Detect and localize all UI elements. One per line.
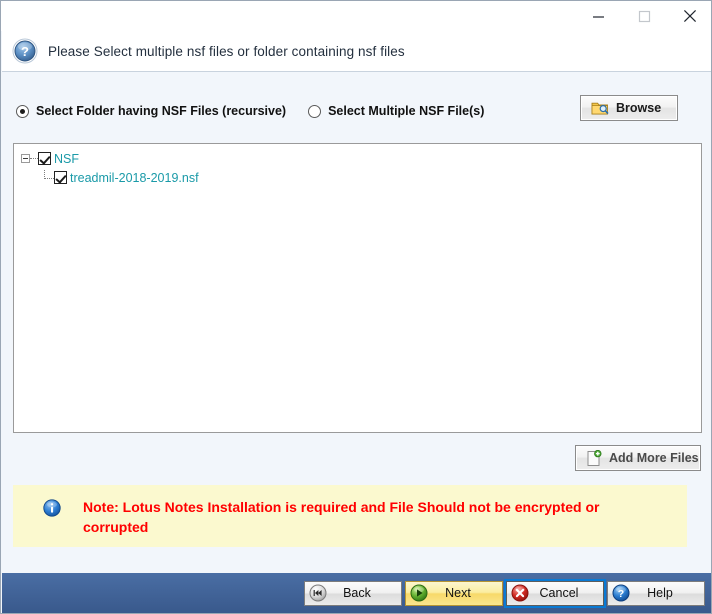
- add-more-files-button[interactable]: Add More Files: [575, 445, 701, 471]
- close-icon: [683, 9, 697, 23]
- help-button[interactable]: ? Help: [607, 580, 705, 606]
- window-title: [1, 1, 575, 31]
- play-icon: [410, 584, 428, 602]
- tree-child-checkbox[interactable]: [54, 171, 67, 184]
- maximize-button[interactable]: [621, 1, 667, 31]
- tree-node-root[interactable]: NSF: [21, 150, 701, 167]
- cancel-button[interactable]: Cancel: [504, 578, 606, 608]
- nsf-file-tree[interactable]: NSF treadmil-2018-2019.nsf: [13, 143, 702, 433]
- minimize-icon: [592, 15, 604, 18]
- close-circle-icon: [511, 584, 529, 602]
- radio-folder-indicator: [16, 104, 29, 118]
- cancel-button-label: Cancel: [539, 586, 579, 600]
- tree-node-child[interactable]: treadmil-2018-2019.nsf: [44, 169, 701, 186]
- info-icon: [43, 499, 61, 517]
- radio-select-files[interactable]: Select Multiple NSF File(s): [308, 104, 484, 118]
- file-add-icon: [587, 449, 602, 466]
- next-button[interactable]: Next: [405, 580, 503, 606]
- close-button[interactable]: [667, 1, 711, 31]
- tree-connector: [30, 158, 38, 159]
- header-bar: ? Please Select multiple nsf files or fo…: [2, 31, 711, 72]
- svg-text:?: ?: [618, 588, 624, 600]
- radio-files-label: Select Multiple NSF File(s): [328, 104, 485, 118]
- collapse-toggle-icon[interactable]: [21, 154, 30, 163]
- radio-files-indicator: [308, 104, 322, 118]
- tree-child-label: treadmil-2018-2019.nsf: [70, 170, 199, 185]
- note-text: Note: Lotus Notes Installation is requir…: [83, 499, 600, 536]
- next-button-label: Next: [445, 586, 471, 600]
- svg-text:?: ?: [21, 44, 29, 59]
- tree-root-checkbox[interactable]: [38, 152, 51, 165]
- browse-button-label: Browse: [616, 101, 662, 115]
- maximize-icon: [638, 10, 650, 22]
- folder-search-icon: [591, 102, 609, 115]
- browse-button[interactable]: Browse: [580, 95, 678, 121]
- back-button[interactable]: Back: [304, 580, 402, 606]
- radio-select-folder[interactable]: Select Folder having NSF Files (recursiv…: [16, 104, 286, 118]
- question-mark-icon: ?: [12, 38, 38, 64]
- help-button-label: Help: [647, 586, 673, 600]
- rewind-icon: [309, 584, 327, 602]
- radio-folder-label: Select Folder having NSF Files (recursiv…: [36, 104, 287, 118]
- back-button-label: Back: [343, 586, 371, 600]
- tree-root-label: NSF: [54, 151, 79, 166]
- tree-connector-elbow: [44, 170, 54, 179]
- header-title: Please Select multiple nsf files or fold…: [48, 43, 405, 59]
- add-more-files-label: Add More Files: [609, 451, 699, 465]
- main-panel: Select Folder having NSF Files (recursiv…: [2, 73, 711, 560]
- minimize-button[interactable]: [575, 1, 621, 31]
- question-circle-icon: ?: [612, 584, 630, 602]
- wizard-action-bar: Back Next Cancel ? Help: [2, 573, 711, 613]
- title-bar: [1, 1, 711, 31]
- application-window: ? Please Select multiple nsf files or fo…: [0, 0, 712, 614]
- note-panel: Note: Lotus Notes Installation is requir…: [13, 485, 687, 547]
